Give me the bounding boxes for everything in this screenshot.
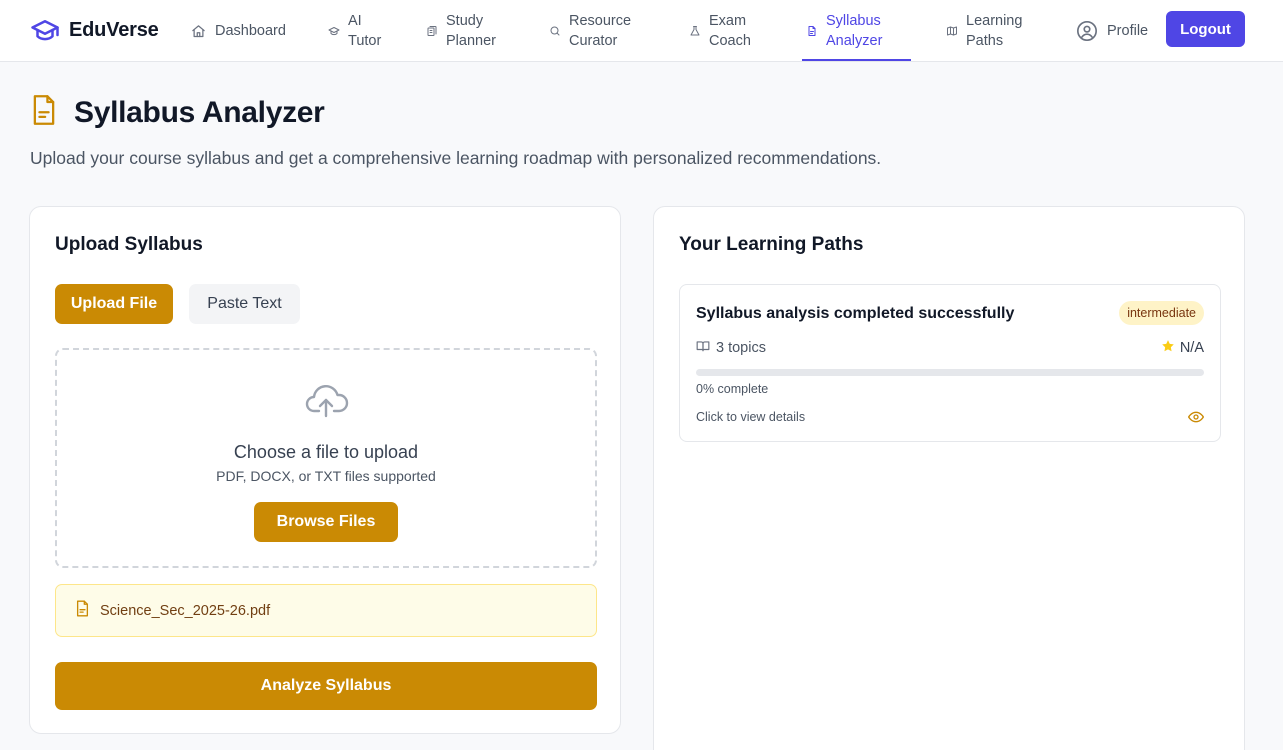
- map-icon: [946, 25, 958, 37]
- nav-label: Resource Curator: [569, 13, 632, 49]
- nav-item-ai-tutor[interactable]: AI Tutor: [328, 10, 381, 52]
- browse-files-button[interactable]: Browse Files: [254, 502, 398, 542]
- nav-label: Dashboard: [215, 23, 286, 39]
- document-icon: [30, 94, 58, 131]
- path-rating: N/A: [1161, 339, 1204, 357]
- selected-file-name: Science_Sec_2025-26.pdf: [100, 602, 271, 619]
- brand[interactable]: EduVerse: [30, 14, 159, 46]
- page-title: Syllabus Analyzer: [74, 95, 325, 129]
- nav-label: Syllabus Analyzer: [826, 13, 883, 49]
- topics-label: 3 topics: [716, 340, 766, 356]
- rating-value: N/A: [1179, 340, 1204, 356]
- nav-label: Profile: [1107, 23, 1149, 39]
- nav-item-resource-curator[interactable]: Resource Curator: [549, 10, 631, 52]
- nav-item-profile[interactable]: Profile: [1076, 10, 1148, 52]
- page-subtitle: Upload your course syllabus and get a co…: [30, 148, 882, 168]
- learning-paths-card: Your Learning Paths Syllabus analysis co…: [653, 206, 1245, 750]
- progress-bar: [696, 369, 1204, 376]
- tab-paste-text[interactable]: Paste Text: [189, 284, 300, 324]
- progress-label: 0% complete: [696, 382, 769, 396]
- logout-button[interactable]: Logout: [1166, 11, 1245, 47]
- learning-paths-title: Your Learning Paths: [679, 234, 864, 255]
- eye-icon[interactable]: [1188, 409, 1204, 430]
- tab-upload-file[interactable]: Upload File: [55, 284, 173, 324]
- search-icon: [549, 25, 561, 37]
- view-details-hint: Click to view details: [696, 410, 806, 424]
- user-circle-icon: [1076, 20, 1098, 42]
- star-icon: [1161, 339, 1175, 357]
- nav-item-study-planner[interactable]: Study Planner: [426, 10, 496, 52]
- analyze-syllabus-button[interactable]: Analyze Syllabus: [55, 662, 597, 710]
- graduation-cap-icon: [328, 25, 340, 37]
- upload-card-title: Upload Syllabus: [55, 234, 203, 255]
- flask-icon: [689, 25, 701, 37]
- topics-count: 3 topics: [696, 339, 766, 357]
- level-badge: intermediate: [1119, 301, 1204, 325]
- book-stack-icon: [426, 25, 438, 37]
- dropzone-title: Choose a file to upload: [233, 442, 419, 462]
- nav-label: Study Planner: [446, 13, 496, 49]
- path-title: Syllabus analysis completed successfully: [696, 305, 1015, 322]
- learning-path-item[interactable]: Syllabus analysis completed successfully…: [679, 284, 1221, 442]
- upload-card: Upload Syllabus Upload File Paste Text C…: [29, 206, 621, 734]
- home-icon: [191, 24, 206, 39]
- nav-label: Exam Coach: [709, 13, 751, 49]
- dropzone-subtitle: PDF, DOCX, or TXT files supported: [216, 468, 436, 484]
- nav-item-exam-coach[interactable]: Exam Coach: [689, 10, 751, 52]
- nav-label: AI Tutor: [348, 13, 382, 49]
- active-nav-indicator: [802, 59, 911, 61]
- graduation-cap-icon: [30, 15, 60, 45]
- nav-item-dashboard[interactable]: Dashboard: [191, 10, 286, 52]
- nav-item-syllabus-analyzer[interactable]: Syllabus Analyzer: [806, 10, 882, 52]
- selected-file: Science_Sec_2025-26.pdf: [55, 584, 597, 637]
- file-dropzone[interactable]: Choose a file to upload PDF, DOCX, or TX…: [55, 348, 597, 568]
- top-nav: EduVerse Dashboard AI Tutor Study Planner …: [0, 0, 1283, 62]
- nav-item-learning-paths[interactable]: Learning Paths: [946, 10, 1022, 52]
- nav-label: Learning Paths: [966, 13, 1023, 49]
- book-open-icon: [696, 339, 710, 357]
- file-text-icon: [75, 600, 90, 622]
- document-icon: [806, 25, 818, 37]
- cloud-upload-icon: [303, 380, 349, 420]
- brand-name: EduVerse: [69, 18, 159, 41]
- page-header: Syllabus Analyzer: [30, 94, 325, 131]
